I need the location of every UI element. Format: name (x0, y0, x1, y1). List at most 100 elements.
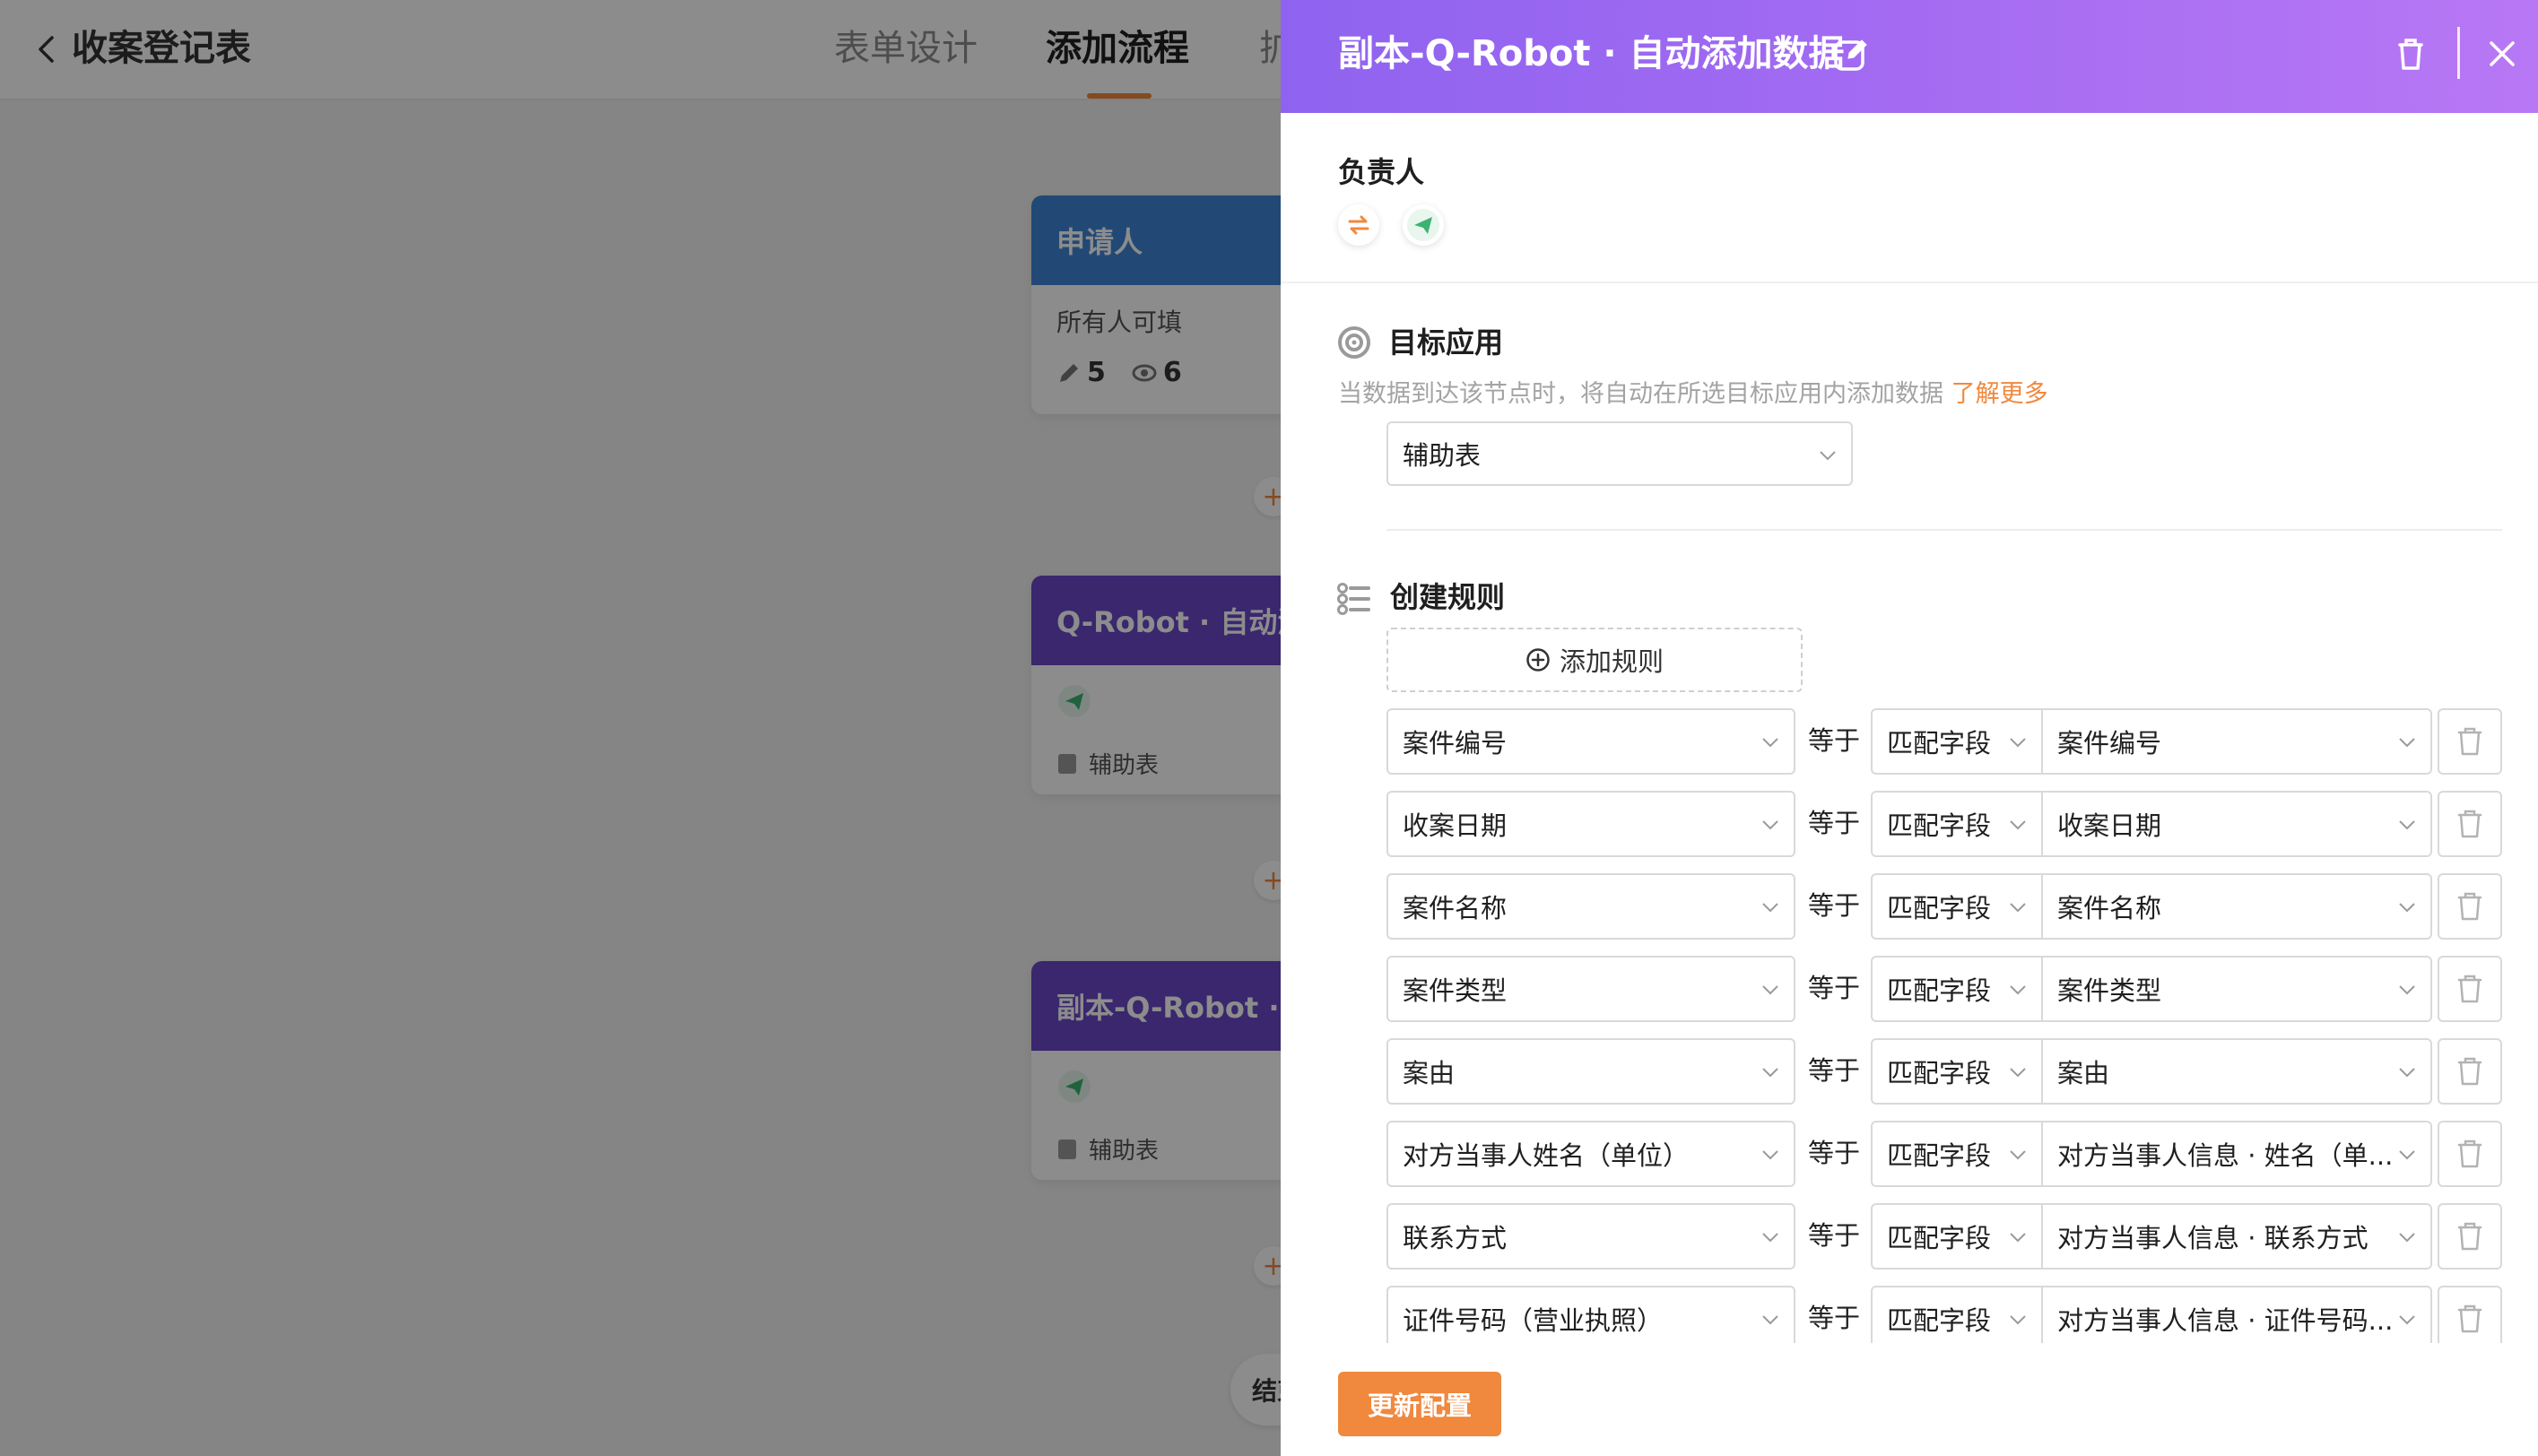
select-value: 匹配字段 (1887, 893, 1992, 923)
rule-row: 案由 等于 匹配字段 案由 (1281, 1038, 2538, 1106)
select-value: 匹配字段 (1887, 1305, 1992, 1336)
rule-field-select[interactable]: 对方当事人姓名（单位） (1386, 1121, 1795, 1187)
learn-more-link[interactable]: 了解更多 (1951, 380, 2048, 408)
chevron-down-icon (2399, 738, 2415, 748)
trash-icon (2457, 892, 2482, 921)
chevron-down-icon (2399, 1150, 2415, 1160)
delete-rule-button[interactable] (2438, 791, 2502, 857)
select-value: 对方当事人信息 · 联系方式 (2057, 1223, 2369, 1253)
select-value: 收案日期 (2057, 810, 2162, 841)
select-value: 匹配字段 (1887, 975, 1992, 1006)
rule-row: 案件编号 等于 匹配字段 案件编号 (1281, 708, 2538, 776)
rule-mode-select[interactable]: 匹配字段 (1871, 1203, 2043, 1270)
rule-field-select[interactable]: 案件类型 (1386, 956, 1795, 1022)
chevron-down-icon (1762, 985, 1778, 995)
delete-rule-button[interactable] (2438, 1121, 2502, 1187)
select-value: 对方当事人信息 · 证件号码... (2057, 1305, 2394, 1336)
delete-rule-button[interactable] (2438, 873, 2502, 940)
select-value: 案件名称 (1403, 893, 1508, 923)
rule-operator: 等于 (1808, 1055, 1861, 1086)
select-value: 匹配字段 (1887, 810, 1992, 841)
rule-field-select[interactable]: 证件号码（营业执照） (1386, 1286, 1795, 1343)
delete-rule-button[interactable] (2438, 708, 2502, 775)
rule-operator: 等于 (1808, 808, 1861, 838)
chevron-down-icon (2399, 1315, 2415, 1325)
chevron-down-icon (2399, 1068, 2415, 1078)
select-value: 收案日期 (1403, 810, 1508, 841)
trash-icon[interactable] (2389, 32, 2432, 75)
chevron-down-icon (1762, 1068, 1778, 1078)
chevron-down-icon (2010, 903, 2026, 913)
trash-icon (2457, 975, 2482, 1003)
chevron-down-icon (2010, 1068, 2026, 1078)
chevron-down-icon (1762, 1150, 1778, 1160)
rule-mode-select[interactable]: 匹配字段 (1871, 956, 2043, 1022)
chevron-down-icon (2399, 903, 2415, 913)
add-rule-button[interactable]: 添加规则 (1386, 628, 1803, 692)
target-icon (1338, 326, 1370, 359)
select-value: 案件编号 (1403, 728, 1508, 758)
delete-rule-button[interactable] (2438, 1038, 2502, 1105)
owner-swap-button[interactable] (1338, 204, 1379, 246)
chevron-down-icon (1762, 1315, 1778, 1325)
chevron-down-icon (1762, 903, 1778, 913)
select-value: 案件名称 (2057, 893, 2162, 923)
select-value: 匹配字段 (1887, 728, 1992, 758)
update-config-button[interactable]: 更新配置 (1338, 1372, 1501, 1436)
rule-operator: 等于 (1808, 973, 1861, 1003)
rule-row: 证件号码（营业执照） 等于 匹配字段 对方当事人信息 · 证件号码... (1281, 1286, 2538, 1343)
delete-rule-button[interactable] (2438, 1286, 2502, 1343)
rule-field-select[interactable]: 案由 (1386, 1038, 1795, 1105)
edit-icon[interactable] (1831, 34, 1871, 74)
rule-operator: 等于 (1808, 1220, 1861, 1251)
delete-rule-button[interactable] (2438, 1203, 2502, 1270)
chevron-down-icon (2010, 738, 2026, 748)
chevron-down-icon (1820, 451, 1836, 461)
rule-mode-select[interactable]: 匹配字段 (1871, 708, 2043, 775)
owner-send-button[interactable] (1403, 204, 1444, 246)
rule-value-select[interactable]: 对方当事人信息 · 姓名（单... (2041, 1121, 2432, 1187)
rule-mode-select[interactable]: 匹配字段 (1871, 873, 2043, 940)
rule-value-select[interactable]: 案件名称 (2041, 873, 2432, 940)
rule-mode-select[interactable]: 匹配字段 (1871, 791, 2043, 857)
select-value: 案件类型 (2057, 975, 2162, 1006)
rule-field-select[interactable]: 联系方式 (1386, 1203, 1795, 1270)
rule-value-select[interactable]: 对方当事人信息 · 联系方式 (2041, 1203, 2432, 1270)
rule-value-select[interactable]: 对方当事人信息 · 证件号码... (2041, 1286, 2432, 1343)
rule-mode-select[interactable]: 匹配字段 (1871, 1121, 2043, 1187)
rule-value-select[interactable]: 收案日期 (2041, 791, 2432, 857)
rule-mode-select[interactable]: 匹配字段 (1871, 1038, 2043, 1105)
target-app-description: 当数据到达该节点时，将自动在所选目标应用内添加数据 了解更多 (1338, 377, 2048, 412)
close-icon[interactable] (2481, 32, 2524, 75)
rule-value-select[interactable]: 案件编号 (2041, 708, 2432, 775)
select-value: 匹配字段 (1887, 1058, 1992, 1088)
rule-value-select[interactable]: 案由 (2041, 1038, 2432, 1105)
rule-field-select[interactable]: 案件编号 (1386, 708, 1795, 775)
chevron-down-icon (2399, 1233, 2415, 1243)
chevron-down-icon (1762, 738, 1778, 748)
rule-mode-select[interactable]: 匹配字段 (1871, 1286, 2043, 1343)
select-value: 匹配字段 (1887, 1223, 1992, 1253)
divider (1386, 529, 2502, 531)
header-divider (2457, 27, 2460, 79)
delete-rule-button[interactable] (2438, 956, 2502, 1022)
chevron-down-icon (2399, 820, 2415, 830)
rule-field-select[interactable]: 收案日期 (1386, 791, 1795, 857)
rule-value-select[interactable]: 案件类型 (2041, 956, 2432, 1022)
select-value: 案件类型 (1403, 975, 1508, 1006)
select-value: 匹配字段 (1887, 1140, 1992, 1171)
chevron-down-icon (2010, 1315, 2026, 1325)
trash-icon (2457, 1140, 2482, 1168)
chevron-down-icon (1762, 820, 1778, 830)
list-settings-icon (1337, 583, 1370, 615)
target-app-select[interactable]: 辅助表 (1386, 421, 1853, 486)
rule-field-select[interactable]: 案件名称 (1386, 873, 1795, 940)
select-value: 对方当事人信息 · 姓名（单... (2057, 1140, 2394, 1171)
description-text: 当数据到达该节点时，将自动在所选目标应用内添加数据 (1338, 380, 1943, 408)
chevron-down-icon (2010, 985, 2026, 995)
select-value: 联系方式 (1403, 1223, 1508, 1253)
trash-icon (2457, 1057, 2482, 1086)
drawer-title: 副本-Q-Robot · 自动添加数据 (1338, 33, 1845, 74)
rule-row: 联系方式 等于 匹配字段 对方当事人信息 · 联系方式 (1281, 1203, 2538, 1271)
rule-operator: 等于 (1808, 890, 1861, 921)
